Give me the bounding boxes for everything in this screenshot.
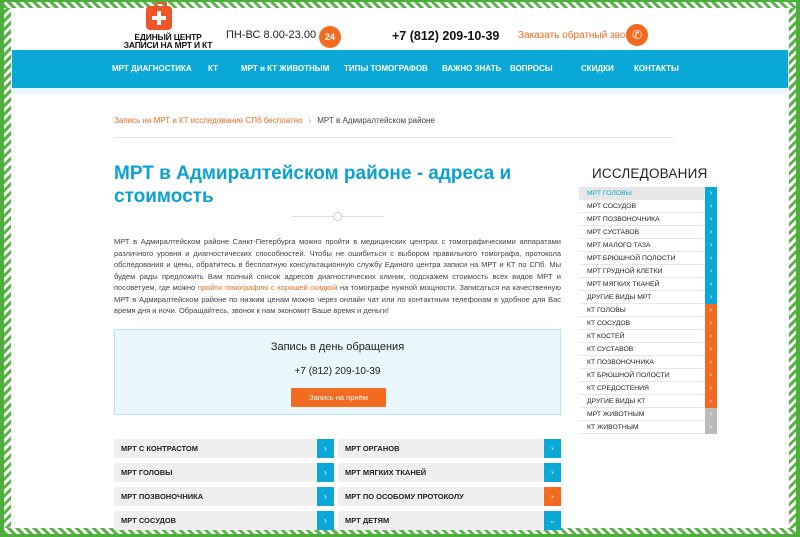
- nav-item-8[interactable]: КОНТАКТЫ: [634, 50, 679, 88]
- sidebar-item[interactable]: МРТ ГОЛОВЫ ›: [579, 187, 717, 200]
- category-item[interactable]: МРТ ГОЛОВЫ ›: [114, 463, 334, 482]
- nav-item-6[interactable]: ВОПРОСЫ: [510, 50, 553, 88]
- chevron-right-icon: ›: [705, 382, 717, 395]
- category-label: МРТ ГОЛОВЫ: [121, 468, 173, 477]
- chevron-right-icon: ›: [705, 278, 717, 291]
- chevron-right-icon: ›: [705, 343, 717, 356]
- category-item[interactable]: МРТ ПО ОСОБОМУ ПРОТОКОЛУ ›: [338, 487, 561, 506]
- sidebar-item[interactable]: ДРУГИЕ ВИДЫ МРТ ›: [579, 291, 717, 304]
- nav-item-7[interactable]: СКИДКИ: [581, 50, 614, 88]
- chevron-right-icon: ›: [705, 356, 717, 369]
- phone-icon[interactable]: [626, 24, 648, 46]
- category-label: МРТ МЯГКИХ ТКАНЕЙ: [345, 468, 427, 477]
- category-label: МРТ ПО ОСОБОМУ ПРОТОКОЛУ: [345, 492, 464, 501]
- sidebar-item[interactable]: ДРУГИЕ ВИДЫ КТ ›: [579, 395, 717, 408]
- chevron-right-icon[interactable]: ›: [544, 487, 561, 506]
- decorative-stripe-right: [789, 2, 796, 534]
- chevron-right-icon: ›: [705, 239, 717, 252]
- chevron-right-icon: ›: [705, 226, 717, 239]
- nav-shadow-band: [12, 88, 788, 94]
- booking-phone[interactable]: +7 (812) 209-10-39: [115, 366, 560, 377]
- sidebar-heading: ИССЛЕДОВАНИЯ: [592, 166, 708, 181]
- sidebar-item[interactable]: КТ СРЕДОСТЕНИЯ ›: [579, 382, 717, 395]
- site-header: ЕДИНЫЙ ЦЕНТР ЗАПИСИ НА МРТ И КТ ПН-ВС 8.…: [12, 2, 788, 50]
- sidebar-item[interactable]: КТ КОСТЕЙ ›: [579, 330, 717, 343]
- decorative-stripe-left: [4, 2, 11, 534]
- sidebar-item[interactable]: МРТ МЯГКИХ ТКАНЕЙ ›: [579, 278, 717, 291]
- breadcrumb-current: МРТ в Адмиралтейском районе: [317, 116, 435, 125]
- chevron-right-icon: ›: [705, 369, 717, 382]
- sidebar-item[interactable]: МРТ ПОЗВОНОЧНИКА ›: [579, 213, 717, 226]
- working-hours: ПН-ВС 8.00-23.00: [226, 29, 317, 41]
- category-label: МРТ СОСУДОВ: [121, 516, 177, 525]
- chevron-right-icon[interactable]: ›: [317, 487, 334, 506]
- nav-item-5[interactable]: ВАЖНО ЗНАТЬ: [442, 50, 501, 88]
- chevron-right-icon[interactable]: ›: [317, 463, 334, 482]
- sidebar-item[interactable]: КТ ЖИВОТНЫМ ›: [579, 421, 717, 434]
- booking-box: Запись в день обращения +7 (812) 209-10-…: [114, 329, 561, 415]
- sidebar-item[interactable]: КТ ГОЛОВЫ ›: [579, 304, 717, 317]
- chevron-right-icon: ›: [705, 265, 717, 278]
- category-item[interactable]: МРТ ПОЗВОНОЧНИКА ›: [114, 487, 334, 506]
- chevron-right-icon: ›: [705, 330, 717, 343]
- medical-case-icon: [146, 2, 172, 30]
- sidebar-item[interactable]: МРТ СОСУДОВ ›: [579, 200, 717, 213]
- nav-item-2[interactable]: КТ: [208, 50, 218, 88]
- sidebar-item[interactable]: МРТ СУСТАВОВ ›: [579, 226, 717, 239]
- sidebar-item[interactable]: МРТ БРЮШНОЙ ПОЛОСТИ ›: [579, 252, 717, 265]
- booking-title: Запись в день обращения: [270, 341, 405, 353]
- page-title: МРТ в Адмиралтейском районе - адреса и с…: [114, 163, 512, 207]
- intro-text: МРТ в Адмиралтейском районе Санкт-Петерб…: [114, 236, 561, 317]
- sidebar-item[interactable]: КТ ПОЗВОНОЧНИКА ›: [579, 356, 717, 369]
- breadcrumb: Запись на МРТ и КТ исследование СПб бесп…: [114, 116, 674, 138]
- sidebar-item[interactable]: КТ БРЮШНОЙ ПОЛОСТИ ›: [579, 369, 717, 382]
- chevron-down-icon[interactable]: ⌄: [544, 511, 561, 530]
- book-appointment-button[interactable]: Запись на приём: [291, 388, 386, 407]
- chevron-right-icon: ›: [705, 421, 717, 434]
- sidebar-item[interactable]: МРТ ГРУДНОЙ КЛЕТКИ ›: [579, 265, 717, 278]
- chevron-right-icon: ›: [705, 395, 717, 408]
- page-frame: ЕДИНЫЙ ЦЕНТР ЗАПИСИ НА МРТ И КТ ПН-ВС 8.…: [0, 0, 800, 537]
- category-item[interactable]: МРТ С КОНТРАСТОМ ›: [114, 439, 334, 458]
- chevron-right-icon: ›: [705, 408, 717, 421]
- category-label: МРТ С КОНТРАСТОМ: [121, 444, 199, 453]
- category-item[interactable]: МРТ МЯГКИХ ТКАНЕЙ ›: [338, 463, 561, 482]
- badge-24-icon: 24: [319, 26, 341, 48]
- sidebar-item[interactable]: МРТ ЖИВОТНЫМ ›: [579, 408, 717, 421]
- chevron-right-icon: ›: [705, 200, 717, 213]
- sidebar-item[interactable]: КТ СУСТАВОВ ›: [579, 343, 717, 356]
- nav-item-1[interactable]: МРТ ДИАГНОСТИКА: [112, 50, 192, 88]
- category-item[interactable]: МРТ ДЕТЯМ ⌄: [338, 511, 561, 530]
- chevron-right-icon[interactable]: ›: [544, 439, 561, 458]
- breadcrumb-separator: ›: [308, 116, 312, 125]
- chevron-right-icon: ›: [705, 304, 717, 317]
- category-label: МРТ ПОЗВОНОЧНИКА: [121, 492, 204, 501]
- category-item[interactable]: МРТ СОСУДОВ ›: [114, 511, 334, 530]
- header-phone[interactable]: +7 (812) 209-10-39: [392, 29, 499, 43]
- chevron-right-icon: ›: [705, 252, 717, 265]
- sidebar-item[interactable]: КТ СОСУДОВ ›: [579, 317, 717, 330]
- chevron-right-icon[interactable]: ›: [544, 463, 561, 482]
- discount-link[interactable]: пройти томографию с хорошей скидкой: [198, 283, 338, 292]
- logo-text-line2: ЗАПИСИ НА МРТ И КТ: [123, 40, 213, 50]
- category-item[interactable]: МРТ ОРГАНОВ ›: [338, 439, 561, 458]
- chevron-right-icon: ›: [705, 213, 717, 226]
- site-logo[interactable]: ЕДИНЫЙ ЦЕНТР ЗАПИСИ НА МРТ И КТ: [112, 2, 224, 50]
- chevron-right-icon: ›: [705, 187, 717, 200]
- sidebar-item[interactable]: МРТ МАЛОГО ТАЗА ›: [579, 239, 717, 252]
- category-label: МРТ ДЕТЯМ: [345, 516, 390, 525]
- callback-link[interactable]: Заказать обратный звонок: [518, 30, 641, 41]
- chevron-right-icon: ›: [705, 317, 717, 330]
- chevron-right-icon[interactable]: ›: [317, 511, 334, 530]
- nav-item-4[interactable]: ТИПЫ ТОМОГРАФОВ: [344, 50, 428, 88]
- category-label: МРТ ОРГАНОВ: [345, 444, 400, 453]
- chevron-right-icon[interactable]: ›: [317, 439, 334, 458]
- breadcrumb-link-home[interactable]: Запись на МРТ и КТ исследование СПб бесп…: [114, 116, 303, 125]
- title-divider-dot: [333, 212, 342, 221]
- nav-item-3[interactable]: МРТ и КТ ЖИВОТНЫМ: [241, 50, 329, 88]
- main-nav: МРТ ДИАГНОСТИКА КТ МРТ и КТ ЖИВОТНЫМ ТИПЫ Т…: [12, 50, 788, 88]
- chevron-right-icon: ›: [705, 291, 717, 304]
